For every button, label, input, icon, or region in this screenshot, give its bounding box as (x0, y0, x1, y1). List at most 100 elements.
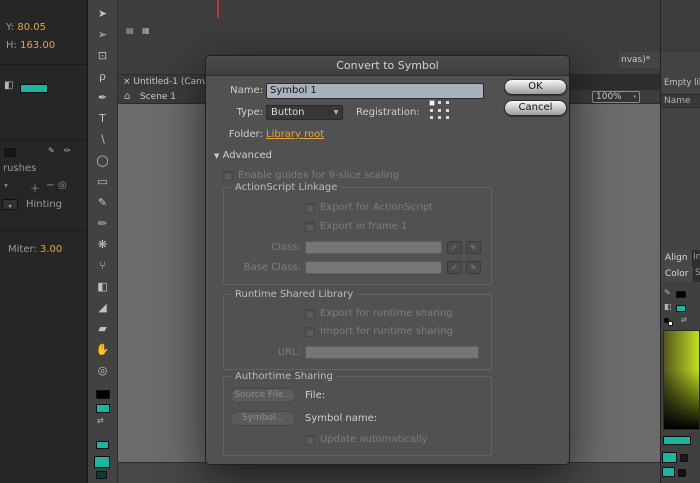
eraser-tool[interactable]: ▰ (88, 318, 117, 339)
nine-slice-checkbox-label[interactable]: Enable guides for 9-slice scaling (238, 170, 399, 181)
swatch-small-teal[interactable] (96, 441, 109, 449)
base-class-input[interactable] (305, 261, 442, 274)
stroke-color-icon[interactable]: ✎ (664, 288, 671, 297)
height-value[interactable]: 163.00 (20, 40, 55, 51)
class-validate-button[interactable]: ✓ (447, 241, 462, 254)
export-runtime-sharing-checkbox[interactable] (305, 309, 315, 319)
playhead[interactable] (217, 0, 219, 18)
rectangle-tool[interactable]: ▭ (88, 171, 117, 192)
stroke-color-chip[interactable] (676, 291, 686, 298)
paint-bucket-tool[interactable]: ◧ (88, 276, 117, 297)
nine-slice-checkbox[interactable] (223, 171, 233, 181)
import-runtime-sharing-label[interactable]: Import for runtime sharing (320, 326, 453, 337)
type-dropdown[interactable]: Button ▼ (266, 105, 343, 120)
stroke-color-swatch[interactable] (96, 390, 110, 399)
base-class-edit-button[interactable]: ✎ (466, 261, 481, 274)
text-tool[interactable]: T (88, 108, 117, 129)
close-icon[interactable]: × (123, 77, 131, 87)
swatch-dark[interactable] (96, 471, 107, 479)
pencil-tool-icon: ✎ (98, 196, 107, 209)
chevron-down-icon: ▾ (633, 92, 636, 102)
swatch-dark-1[interactable] (680, 454, 688, 462)
default-colors-icon-2[interactable] (668, 321, 673, 326)
cancel-button[interactable]: Cancel (504, 100, 567, 116)
pencil-tool[interactable]: ✎ (88, 192, 117, 213)
runtime-shared-library-title: Runtime Shared Library (231, 289, 357, 300)
fill-color-swatch-toolbar[interactable] (96, 404, 110, 413)
symbol-button[interactable]: Symbol... (230, 411, 296, 426)
lasso-tool[interactable]: ρ (88, 66, 117, 87)
tab-color[interactable]: Color (661, 266, 694, 282)
eyedropper-tool[interactable]: ◢ (88, 297, 117, 318)
brush-style-icon[interactable]: ✏ (64, 146, 71, 155)
chevron-down-icon: ▼ (329, 109, 342, 116)
brush-tool[interactable]: ✏ (88, 213, 117, 234)
import-runtime-sharing-checkbox[interactable] (305, 327, 315, 337)
tab-swatches[interactable]: S (695, 268, 700, 278)
base-class-validate-button[interactable]: ✓ (447, 261, 462, 274)
layer-folder-icon[interactable]: ▦ (142, 26, 150, 35)
export-for-actionscript-label[interactable]: Export for ActionScript (320, 202, 433, 213)
swatch-teal-2[interactable] (662, 467, 675, 477)
line-tool[interactable]: ∖ (88, 129, 117, 150)
subselection-tool-icon: ➢ (98, 28, 107, 41)
zoom-level-dropdown[interactable]: 100% ▾ (592, 91, 640, 103)
target-icon[interactable]: ◎ (58, 180, 67, 191)
document-tab-fragment-label: nvas)* (618, 55, 650, 65)
export-runtime-sharing-label[interactable]: Export for runtime sharing (320, 308, 453, 319)
home-icon[interactable]: ⌂ (124, 91, 130, 102)
update-automatically-checkbox[interactable] (305, 435, 315, 445)
oval-tool[interactable]: ◯ (88, 150, 117, 171)
folder-link[interactable]: Library root (266, 129, 324, 140)
y-position-value[interactable]: 80.05 (17, 22, 46, 33)
brush-tool-icon: ✏ (98, 217, 107, 230)
swap-colors-icon[interactable]: ⇄ (681, 316, 687, 324)
advanced-disclosure[interactable]: ▼ Advanced (214, 150, 272, 161)
selection-tool[interactable]: ➤ (88, 3, 117, 24)
add-icon[interactable]: ＋ (30, 180, 40, 195)
export-in-frame-1-checkbox[interactable] (305, 222, 315, 232)
deco-tool[interactable]: ❋ (88, 234, 117, 255)
tab-align[interactable]: Align (661, 250, 693, 266)
remove-icon[interactable]: − (46, 180, 54, 191)
style-dropdown-icon[interactable]: ▾ (4, 181, 8, 190)
swatch-dark-2[interactable] (678, 469, 686, 477)
registration-grid[interactable] (430, 101, 450, 119)
export-in-frame-1-label[interactable]: Export in frame 1 (320, 221, 407, 232)
zoom-tool[interactable]: ◎ (88, 360, 117, 381)
stroke-style-chip[interactable] (4, 148, 16, 157)
swatch-teal-1[interactable] (662, 452, 677, 463)
free-transform-tool[interactable]: ⊡ (88, 45, 117, 66)
fill-color-swatch[interactable] (20, 84, 48, 93)
document-tab-fragment[interactable]: nvas)* (618, 52, 660, 68)
hand-tool[interactable]: ✋ (88, 339, 117, 360)
advanced-label: Advanced (223, 150, 272, 161)
library-name-column-header[interactable]: Name (661, 94, 700, 108)
class-input[interactable] (305, 241, 442, 254)
update-automatically-label[interactable]: Update automatically (320, 434, 428, 445)
hinting-dropdown[interactable]: ▾ (2, 199, 18, 210)
fill-color-icon[interactable]: ◧ (664, 302, 672, 311)
source-file-button[interactable]: Source File... (230, 388, 296, 403)
dialog-titlebar[interactable]: Convert to Symbol (206, 56, 569, 76)
url-input[interactable] (305, 346, 479, 359)
color-picker-gradient[interactable] (663, 330, 700, 430)
scene-breadcrumb[interactable]: Scene 1 (140, 92, 176, 102)
bone-tool[interactable]: ⑂ (88, 255, 117, 276)
right-dock: Empty libra Name Align In Color S ✎ ◧ ⇄ (660, 0, 700, 483)
subselection-tool[interactable]: ➢ (88, 24, 117, 45)
fill-color-chip[interactable] (676, 305, 686, 312)
color-preview-bar[interactable] (663, 436, 691, 445)
layer-icon[interactable]: ▤ (126, 26, 134, 35)
pen-tool[interactable]: ✒ (88, 87, 117, 108)
miter-value[interactable]: 3.00 (40, 244, 62, 255)
tab-info[interactable]: In (693, 252, 700, 262)
swatch-large-teal[interactable] (94, 456, 110, 468)
class-edit-button[interactable]: ✎ (466, 241, 481, 254)
edit-stroke-icon[interactable]: ✎ (48, 146, 55, 155)
swap-colors-icon[interactable]: ⇄ (97, 416, 104, 425)
export-for-actionscript-checkbox[interactable] (305, 203, 315, 213)
ok-button[interactable]: OK (504, 79, 567, 95)
tab-align-label: Align (665, 253, 688, 263)
symbol-name-input[interactable]: Symbol 1 (266, 83, 484, 99)
